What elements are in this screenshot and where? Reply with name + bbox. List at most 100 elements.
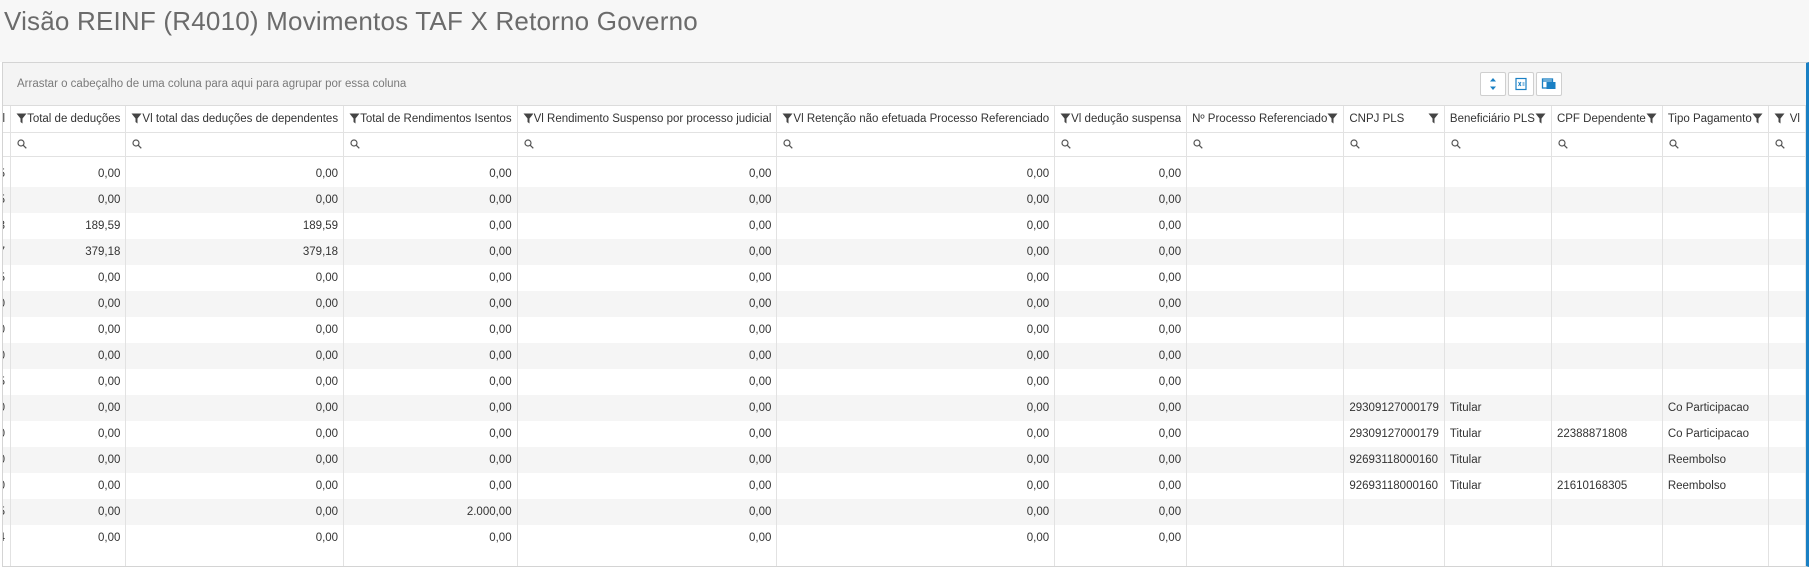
column-header[interactable]: Tipo Pagamento bbox=[1662, 106, 1769, 133]
table-cell: 0,00 bbox=[776, 160, 1056, 187]
column-filter-input[interactable] bbox=[1186, 132, 1345, 157]
column-header[interactable]: Vl bbox=[3, 106, 12, 133]
table-cell: 0,00 bbox=[517, 394, 778, 421]
table-cell: 0 bbox=[3, 290, 12, 317]
column-filter-input[interactable] bbox=[10, 132, 127, 157]
column-filter-input[interactable] bbox=[776, 132, 1056, 157]
filter-icon[interactable] bbox=[1774, 113, 1785, 124]
table-cell bbox=[1444, 368, 1552, 395]
table-cell bbox=[1343, 290, 1445, 317]
grid-table-viewport[interactable]: Vl Total de deduções Vl total das deduções… bbox=[3, 106, 1806, 566]
table-cell: 0,00 bbox=[343, 420, 518, 447]
table-row[interactable]: 3189,59189,590,000,000,000,00 bbox=[3, 212, 1806, 239]
table-cell: 0,00 bbox=[125, 446, 345, 473]
empty-cell bbox=[1186, 550, 1345, 566]
table-cell: 0,00 bbox=[125, 160, 345, 187]
filter-icon[interactable] bbox=[1060, 113, 1071, 124]
table-cell: 0,00 bbox=[517, 498, 778, 525]
table-cell bbox=[1186, 238, 1345, 265]
column-header[interactable]: Nº Processo Referenciado bbox=[1186, 106, 1345, 133]
filter-icon[interactable] bbox=[1428, 113, 1439, 124]
table-cell: 0,00 bbox=[125, 420, 345, 447]
table-cell: 0,00 bbox=[10, 290, 127, 317]
table-cell: 0,00 bbox=[343, 264, 518, 291]
table-row[interactable]: 50,000,002.000,000,000,000,00 bbox=[3, 498, 1806, 525]
column-header[interactable]: Vl dedução suspensa bbox=[1054, 106, 1188, 133]
filter-icon[interactable] bbox=[349, 113, 360, 124]
table-row[interactable]: 00,000,000,000,000,000,0092693118000160T… bbox=[3, 446, 1806, 473]
table-row[interactable]: 00,000,000,000,000,000,00 bbox=[3, 342, 1806, 369]
column-chooser-button[interactable] bbox=[1480, 72, 1506, 96]
table-cell: 0,00 bbox=[10, 186, 127, 213]
table-row[interactable]: 50,000,000,000,000,000,00 bbox=[3, 264, 1806, 291]
table-row[interactable]: 00,000,000,000,000,000,0029309127000179T… bbox=[3, 420, 1806, 447]
table-cell bbox=[1768, 342, 1806, 369]
column-header[interactable]: Total de deduções bbox=[10, 106, 127, 133]
column-filter-input[interactable] bbox=[1444, 132, 1552, 157]
column-filter-input[interactable] bbox=[1343, 132, 1445, 157]
arrows-vertical-icon bbox=[1488, 77, 1498, 91]
table-cell bbox=[1662, 264, 1769, 291]
filter-icon[interactable] bbox=[16, 113, 27, 124]
table-cell bbox=[1186, 472, 1345, 499]
column-filter-input[interactable] bbox=[517, 132, 778, 157]
export-excel-button[interactable] bbox=[1508, 72, 1534, 96]
table-cell bbox=[1662, 160, 1769, 187]
table-cell: 5 bbox=[3, 368, 12, 395]
column-filter-input[interactable] bbox=[1662, 132, 1769, 157]
table-cell bbox=[1768, 212, 1806, 239]
table-cell: 0,00 bbox=[517, 264, 778, 291]
table-row[interactable]: 00,000,000,000,000,000,0092693118000160T… bbox=[3, 472, 1806, 499]
table-row[interactable]: 00,000,000,000,000,000,00 bbox=[3, 290, 1806, 317]
column-filter-input[interactable] bbox=[3, 132, 12, 157]
group-panel[interactable]: Arrastar o cabeçalho de uma coluna para … bbox=[3, 63, 1806, 106]
column-filter-input[interactable] bbox=[125, 132, 345, 157]
table-row[interactable]: 40,000,000,000,000,000,00 bbox=[3, 524, 1806, 551]
column-header[interactable]: Total de Rendimentos Isentos bbox=[343, 106, 518, 133]
table-row[interactable]: 00,000,000,000,000,000,0029309127000179T… bbox=[3, 394, 1806, 421]
table-cell: 0,00 bbox=[343, 472, 518, 499]
column-header[interactable]: Vl Rendimento Suspenso por processo judi… bbox=[517, 106, 778, 133]
table-cell: 0 bbox=[3, 316, 12, 343]
table-cell: 0,00 bbox=[343, 394, 518, 421]
table-cell bbox=[1186, 160, 1345, 187]
table-cell: Titular bbox=[1444, 394, 1552, 421]
table-row[interactable]: 50,000,000,000,000,000,00 bbox=[3, 160, 1806, 187]
table-row[interactable]: 50,000,000,000,000,000,00 bbox=[3, 186, 1806, 213]
column-header[interactable]: CPF Dependente bbox=[1551, 106, 1663, 133]
table-cell: 0,00 bbox=[125, 342, 345, 369]
column-filter-input[interactable] bbox=[1768, 132, 1806, 157]
column-header[interactable]: Beneficiário PLS bbox=[1444, 106, 1552, 133]
filter-icon[interactable] bbox=[1646, 113, 1657, 124]
search-icon bbox=[1451, 139, 1545, 149]
table-cell: 0,00 bbox=[1054, 238, 1188, 265]
table-row[interactable]: 00,000,000,000,000,000,00 bbox=[3, 316, 1806, 343]
empty-cell bbox=[776, 550, 1056, 566]
column-filter-input[interactable] bbox=[1054, 132, 1188, 157]
table-cell: 0,00 bbox=[1054, 472, 1188, 499]
column-header[interactable]: Vl bbox=[1768, 106, 1806, 133]
filter-icon[interactable] bbox=[131, 113, 142, 124]
table-cell: 0,00 bbox=[517, 342, 778, 369]
search-icon bbox=[1775, 139, 1799, 149]
column-filter-input[interactable] bbox=[1551, 132, 1663, 157]
table-cell: 0,00 bbox=[343, 368, 518, 395]
column-header[interactable]: Vl Retenção não efetuada Processo Refere… bbox=[776, 106, 1056, 133]
filter-icon[interactable] bbox=[782, 113, 793, 124]
export-pdf-button[interactable] bbox=[1536, 72, 1562, 96]
filter-icon[interactable] bbox=[1752, 113, 1763, 124]
table-cell bbox=[1343, 212, 1445, 239]
table-row[interactable]: 50,000,000,000,000,000,00 bbox=[3, 368, 1806, 395]
column-header-label: Vl Retenção não efetuada Processo Refere… bbox=[793, 112, 1050, 125]
table-row[interactable]: 7379,18379,180,000,000,000,00 bbox=[3, 238, 1806, 265]
filter-icon[interactable] bbox=[523, 113, 534, 124]
column-header[interactable]: Vl total das deduções de dependentes bbox=[125, 106, 345, 133]
table-cell bbox=[1444, 160, 1552, 187]
table-cell bbox=[1444, 342, 1552, 369]
filter-icon[interactable] bbox=[1327, 113, 1338, 124]
filter-icon[interactable] bbox=[1535, 113, 1546, 124]
column-filter-input[interactable] bbox=[343, 132, 518, 157]
column-header[interactable]: CNPJ PLS bbox=[1343, 106, 1445, 133]
table-cell: 21610168305 bbox=[1551, 472, 1663, 499]
table-cell bbox=[1343, 368, 1445, 395]
